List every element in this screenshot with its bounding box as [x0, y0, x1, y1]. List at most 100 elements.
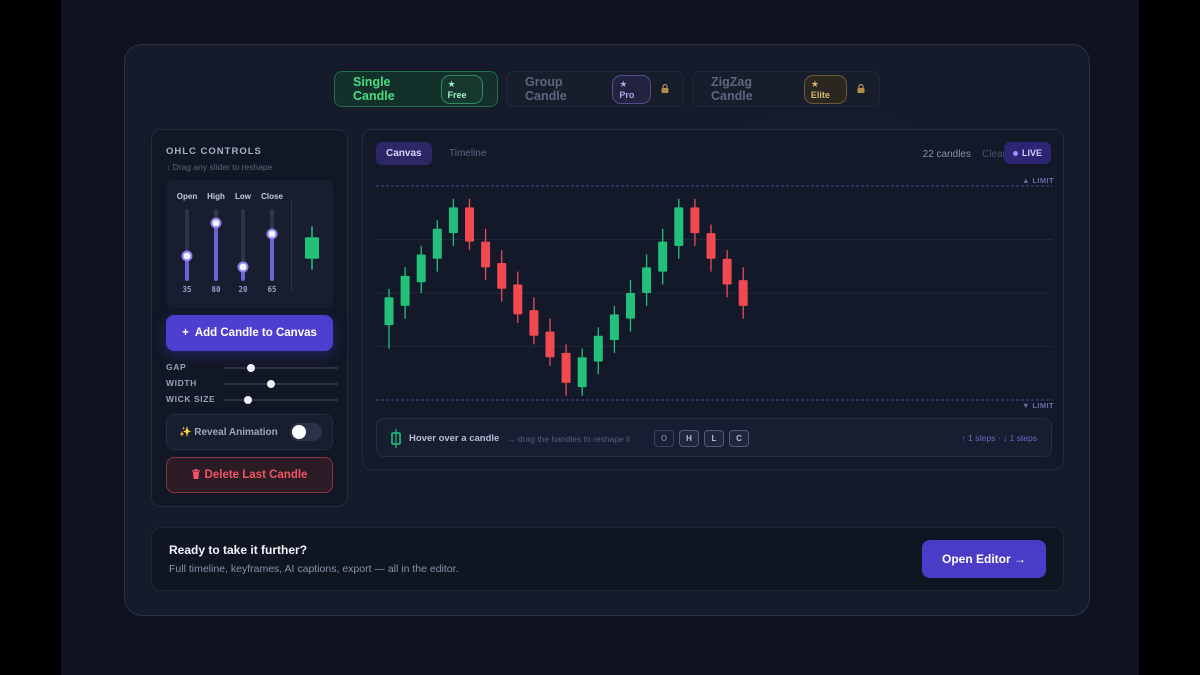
candle: [497, 250, 507, 302]
tab-group-candle[interactable]: Group Candle ★ Pro: [506, 71, 684, 107]
delete-last-candle-button[interactable]: Delete Last Candle: [166, 457, 333, 493]
candle-body: [497, 263, 507, 289]
slider-low[interactable]: [237, 209, 249, 281]
slider-fill: [214, 223, 218, 281]
slider-open[interactable]: [181, 209, 193, 281]
divider: [291, 200, 292, 292]
key-high[interactable]: H: [679, 430, 699, 447]
candle: [577, 348, 587, 396]
candle: [674, 198, 684, 259]
range-track[interactable]: [223, 364, 338, 372]
candle-body: [642, 267, 652, 293]
trash-icon: [191, 468, 200, 482]
range-label: WICK SIZE: [166, 394, 216, 404]
lock-icon: [661, 83, 669, 95]
candle: [658, 228, 668, 285]
candle: [465, 198, 474, 251]
open-editor-button[interactable]: Open Editor →: [922, 540, 1046, 578]
ohlc-slider-box: Open 35 High 80 Low 20 Close 65: [166, 180, 333, 308]
slider-label-close: Close: [261, 192, 283, 201]
candle: [513, 271, 523, 323]
toggle-knob: [292, 425, 306, 439]
pro-badge: ★ Pro: [612, 74, 651, 104]
tab-label: ZigZag Candle: [711, 75, 753, 103]
delete-label: Delete Last Candle: [204, 469, 308, 481]
plus-icon: +: [182, 327, 189, 339]
slider-handle[interactable]: [237, 261, 249, 273]
candle: [609, 305, 619, 353]
cta-title: Ready to take it further?: [169, 543, 308, 557]
candle: [529, 297, 539, 345]
slider-handle[interactable]: [266, 228, 278, 240]
candlestick-chart[interactable]: [363, 130, 1063, 415]
candle: [448, 198, 458, 246]
slider-close[interactable]: [266, 209, 278, 281]
candle-preview: [305, 226, 319, 270]
candle-body: [609, 314, 619, 341]
panel-hint: ↕ Drag any slider to reshape: [166, 162, 273, 172]
candle-body: [658, 241, 668, 272]
candle-body: [706, 233, 716, 259]
candle-body: [626, 293, 635, 319]
candle-body: [448, 207, 458, 234]
range-handle[interactable]: [246, 364, 255, 372]
candle-body: [593, 335, 603, 362]
add-candle-button[interactable]: + Add Candle to Canvas: [166, 315, 333, 351]
reveal-animation-row: ✨ Reveal Animation: [166, 414, 333, 450]
candle-body: [513, 284, 523, 315]
cta-subtitle: Full timeline, keyframes, AI captions, e…: [169, 563, 459, 575]
slider-handle[interactable]: [210, 217, 222, 229]
steps-indicator: ↑ 1 steps · ↓ 1 steps: [961, 433, 1037, 443]
candle-body: [722, 258, 732, 285]
range-label: GAP: [166, 362, 187, 372]
ohlc-controls-panel: OHLC CONTROLS ↕ Drag any slider to resha…: [151, 129, 348, 507]
candle: [481, 228, 491, 281]
candle: [416, 245, 426, 293]
candle-info-bar: Hover over a candle → drag the handles t…: [376, 418, 1052, 457]
slider-handle[interactable]: [181, 250, 193, 262]
candle-body: [577, 357, 587, 388]
candle: [545, 318, 555, 366]
tab-label: Single Candle: [353, 75, 395, 103]
candle-body: [561, 352, 571, 383]
candle: [400, 267, 410, 319]
candle-body: [400, 275, 410, 306]
tab-label: Group Candle: [525, 75, 567, 103]
upper-limit-label: ▲ LIMIT: [1022, 176, 1054, 185]
slider-value-close: 65: [267, 285, 277, 294]
candle: [642, 254, 652, 306]
slider-label-high: High: [207, 192, 225, 201]
key-close[interactable]: C: [729, 430, 749, 447]
lock-icon: [857, 83, 865, 95]
reveal-animation-toggle[interactable]: [290, 423, 322, 441]
slider-value-open: 35: [182, 285, 192, 294]
candle-body: [465, 207, 474, 242]
key-low[interactable]: L: [704, 430, 724, 447]
range-handle[interactable]: [267, 380, 276, 388]
candle-body: [529, 310, 539, 336]
elite-badge: ★ Elite: [803, 74, 847, 104]
chart-canvas-panel: Canvas Timeline 22 candles Clear LIVE ▲ …: [362, 129, 1064, 470]
hover-title: Hover over a candle: [409, 433, 500, 444]
slider-label-low: Low: [235, 192, 251, 201]
candle-builder-card: Single Candle ★ Free Group Candle ★ Pro …: [124, 44, 1090, 616]
add-candle-label: Add Candle to Canvas: [194, 327, 317, 339]
preview-body: [305, 237, 319, 259]
tab-zigzag-candle[interactable]: ZigZag Candle ★ Elite: [692, 71, 880, 107]
candle: [722, 250, 732, 298]
hover-hint: → drag the handles to reshape it: [507, 434, 631, 444]
slider-high[interactable]: [210, 209, 222, 281]
slider-fill: [270, 234, 274, 281]
range-track[interactable]: [223, 380, 338, 388]
cta-banner: Ready to take it further? Full timeline,…: [151, 527, 1064, 591]
tab-single-candle[interactable]: Single Candle ★ Free: [334, 71, 498, 107]
range-track[interactable]: [223, 396, 338, 404]
range-handle[interactable]: [244, 396, 253, 404]
candle: [690, 198, 700, 246]
candle-body: [545, 331, 555, 358]
candle: [738, 267, 748, 319]
slider-value-high: 80: [211, 285, 221, 294]
candle: [626, 280, 635, 332]
lower-limit-label: ▼ LIMIT: [1022, 401, 1054, 410]
key-open[interactable]: O: [654, 430, 674, 447]
